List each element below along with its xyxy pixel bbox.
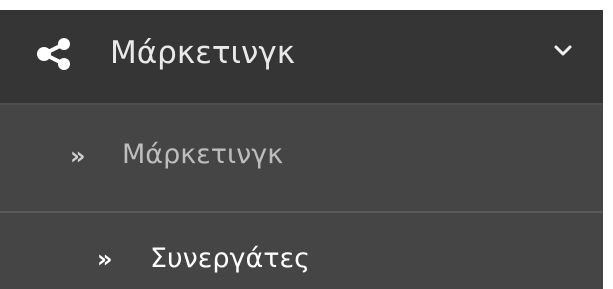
chevron-down-icon[interactable]	[553, 44, 573, 58]
submenu-item-label: Μάρκετινγκ	[122, 139, 284, 170]
double-chevron-right-icon: »	[97, 245, 113, 273]
marketing-menu-toggle[interactable]: Μάρκετινγκ	[0, 10, 603, 105]
double-chevron-right-icon: »	[70, 142, 86, 170]
share-icon	[37, 38, 70, 70]
page: Μάρκετινγκ » Μάρκετινγκ » Συνεργάτες	[0, 0, 613, 289]
submenu-item-label: Συνεργάτες	[150, 243, 310, 274]
menu-header-label: Μάρκετινγκ	[110, 35, 295, 71]
sidebar-menu: Μάρκετινγκ » Μάρκετινγκ » Συνεργάτες	[0, 10, 603, 289]
submenu: » Μάρκετινγκ » Συνεργάτες	[0, 105, 603, 289]
submenu-item-partners[interactable]: » Συνεργάτες	[0, 213, 603, 289]
submenu-item-marketing[interactable]: » Μάρκετινγκ	[0, 105, 603, 213]
